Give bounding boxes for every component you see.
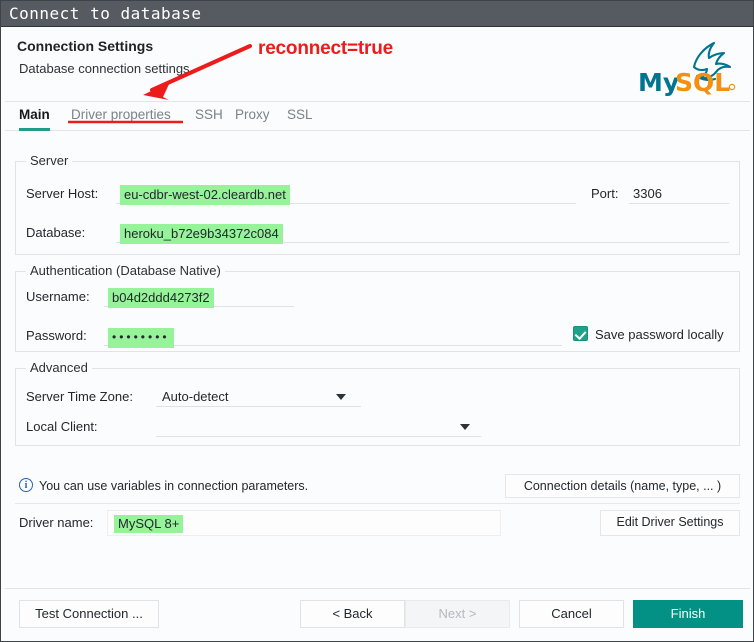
advanced-group: Advanced Server Time Zone: Auto-detect L…: [15, 360, 740, 446]
tab-ssh[interactable]: SSH: [195, 103, 223, 131]
local-client-combo[interactable]: [156, 417, 481, 437]
password-value: ••••••••: [108, 328, 174, 348]
edit-driver-settings-button[interactable]: Edit Driver Settings: [600, 510, 740, 536]
driver-name-field: MySQL 8+: [107, 510, 501, 536]
tab-proxy[interactable]: Proxy: [235, 103, 270, 131]
port-label: Port:: [591, 186, 619, 201]
authentication-group-label: Authentication (Database Native): [26, 263, 225, 278]
window-title: Connect to database: [9, 4, 202, 23]
password-label: Password:: [26, 328, 87, 343]
cancel-button[interactable]: Cancel: [519, 600, 624, 628]
back-button[interactable]: < Back: [300, 600, 405, 628]
info-text: You can use variables in connection para…: [39, 479, 309, 493]
window-titlebar: Connect to database: [1, 1, 753, 27]
database-value: heroku_b72e9b34372c084: [120, 224, 283, 244]
tab-ssl[interactable]: SSL: [287, 103, 313, 131]
authentication-group: Authentication (Database Native) Usernam…: [15, 263, 740, 352]
port-input[interactable]: 3306: [629, 184, 729, 204]
username-value: b04d2ddd4273f2: [108, 288, 214, 308]
chevron-down-icon: [336, 394, 346, 400]
test-connection-button[interactable]: Test Connection ...: [19, 600, 159, 628]
password-input[interactable]: ••••••••: [104, 326, 562, 348]
dialog-footer: Test Connection ... < Back Next > Cancel…: [5, 588, 750, 638]
username-input[interactable]: b04d2ddd4273f2: [104, 287, 294, 308]
driver-name-label: Driver name:: [19, 515, 94, 530]
server-host-value: eu-cdbr-west-02.cleardb.net: [120, 185, 290, 205]
connect-to-database-dialog: Connect to database Connection Settings …: [0, 0, 754, 642]
server-time-zone-label: Server Time Zone:: [26, 389, 133, 404]
chevron-down-icon: [460, 424, 470, 430]
page-title: Connection Settings: [17, 38, 154, 54]
server-host-label: Server Host:: [26, 186, 99, 201]
save-password-label: Save password locally: [595, 327, 724, 342]
database-label: Database:: [26, 225, 86, 240]
connection-details-button[interactable]: Connection details (name, type, ... ): [505, 474, 740, 498]
tab-driver-properties[interactable]: Driver properties: [71, 103, 171, 131]
username-label: Username:: [26, 289, 90, 304]
finish-button[interactable]: Finish: [633, 600, 743, 628]
server-host-input[interactable]: eu-cdbr-west-02.cleardb.net: [116, 184, 576, 205]
server-time-zone-combo[interactable]: Auto-detect: [156, 387, 361, 407]
mysql-logo: My SQL: [638, 41, 736, 97]
local-client-label: Local Client:: [26, 419, 98, 434]
dialog-content: Connection Settings Database connection …: [5, 28, 750, 638]
driver-row: Driver name: MySQL 8+ Edit Driver Settin…: [15, 506, 740, 540]
server-time-zone-value: Auto-detect: [162, 389, 229, 404]
advanced-group-label: Advanced: [26, 360, 92, 375]
database-input[interactable]: heroku_b72e9b34372c084: [116, 223, 729, 244]
info-circle-icon: i: [19, 478, 33, 492]
server-group-label: Server: [26, 153, 73, 168]
driver-name-value: MySQL 8+: [114, 515, 184, 533]
settings-tabs: Main Driver properties SSH Proxy SSL: [5, 103, 750, 131]
svg-text:SQL: SQL: [675, 68, 730, 97]
svg-text:My: My: [638, 68, 679, 97]
annotation-label: reconnect=true: [258, 38, 393, 59]
info-row: i You can use variables in connection pa…: [15, 468, 740, 504]
save-password-checkbox[interactable]: [573, 326, 588, 341]
page-subtitle: Database connection settings: [19, 61, 190, 76]
port-value: 3306: [633, 186, 662, 201]
tab-main[interactable]: Main: [19, 103, 50, 131]
next-button[interactable]: Next >: [405, 600, 510, 628]
server-group: Server Server Host: eu-cdbr-west-02.clea…: [15, 153, 740, 255]
